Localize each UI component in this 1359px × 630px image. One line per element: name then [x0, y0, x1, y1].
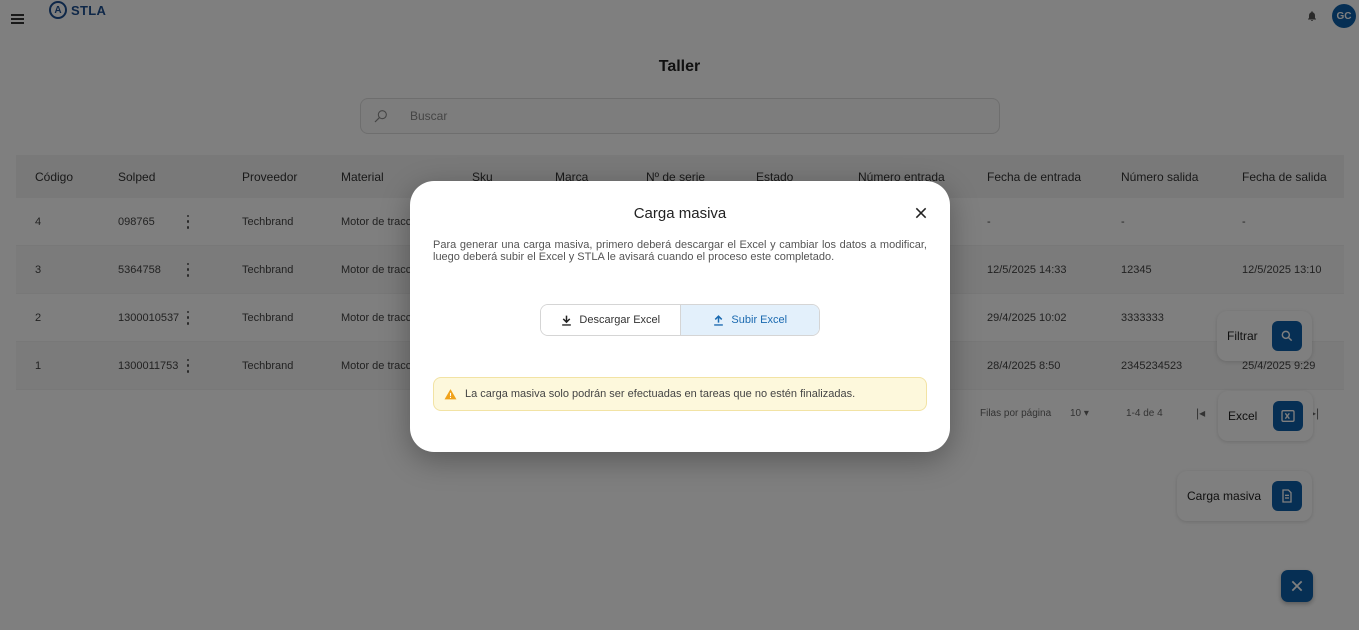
upload-excel-label: Subir Excel: [731, 314, 788, 326]
warning-alert: La carga masiva solo podrán ser efectuad…: [433, 377, 927, 411]
warning-text: La carga masiva solo podrán ser efectuad…: [465, 388, 856, 400]
download-icon: [562, 315, 572, 326]
excel-action-toggle: Descargar Excel Subir Excel: [540, 304, 820, 336]
dialog-description: Para generar una carga masiva, primero d…: [433, 239, 927, 263]
download-excel-label: Descargar Excel: [579, 314, 661, 326]
bulk-upload-dialog: Carga masiva Para generar una carga masi…: [410, 181, 950, 452]
download-excel-button[interactable]: Descargar Excel: [541, 305, 680, 335]
upload-icon: [714, 314, 724, 326]
dialog-title: Carga masiva: [633, 205, 727, 222]
close-icon[interactable]: [914, 206, 928, 220]
upload-excel-button[interactable]: Subir Excel: [679, 305, 819, 335]
warning-icon: [444, 388, 457, 399]
